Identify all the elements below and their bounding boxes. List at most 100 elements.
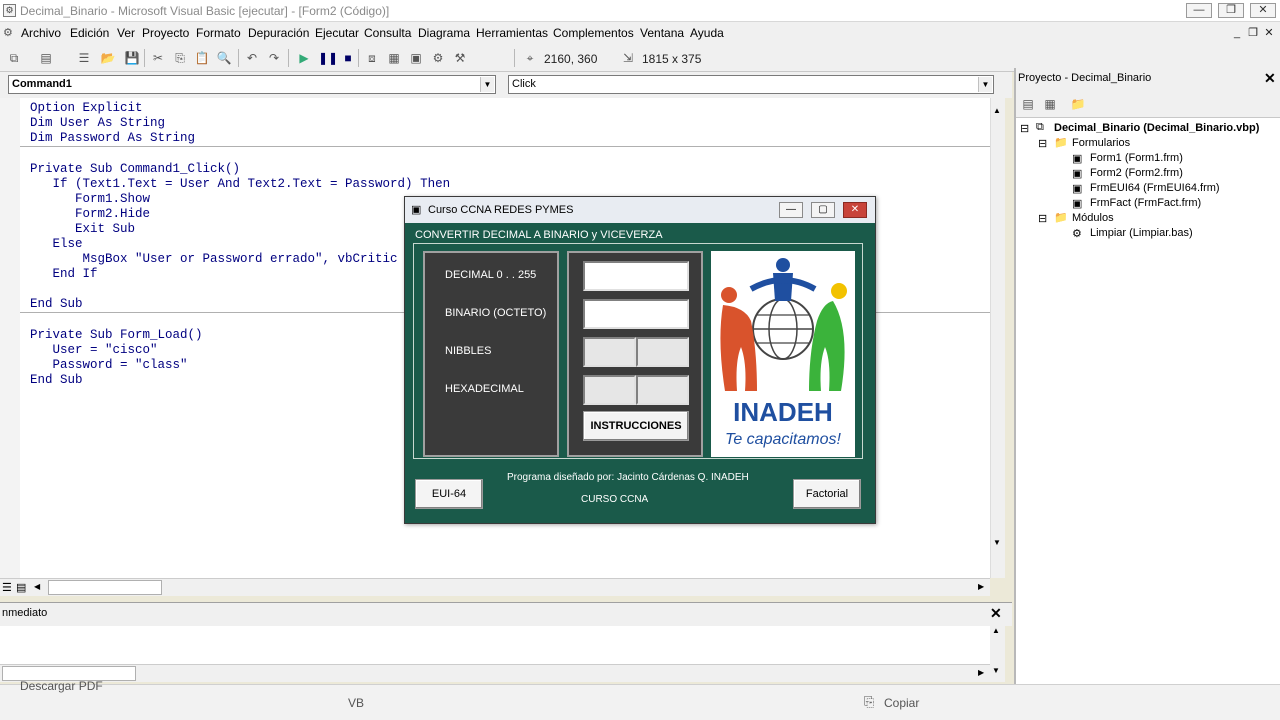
factorial-button[interactable]: Factorial: [793, 479, 861, 509]
chevron-down-icon[interactable]: ▼: [978, 77, 992, 92]
instructions-button[interactable]: INSTRUCCIONES: [583, 411, 689, 441]
stop-icon[interactable]: ■: [340, 51, 356, 65]
menu-consulta[interactable]: Consulta: [364, 26, 411, 40]
scroll-up-icon[interactable]: ▲: [993, 106, 1001, 115]
mdi-minimize-icon[interactable]: _: [1230, 26, 1244, 40]
form-layout-icon[interactable]: ▣: [408, 51, 424, 65]
menu-edicion[interactable]: Edición: [70, 26, 109, 40]
menu-depuracion[interactable]: Depuración: [248, 26, 309, 40]
dialog-maximize-button[interactable]: ▢: [811, 202, 835, 218]
project-close-icon[interactable]: ✕: [1264, 70, 1276, 87]
scroll-left-icon[interactable]: ◀: [34, 582, 40, 591]
full-module-view-icon[interactable]: ▤: [16, 581, 26, 594]
object-browser-icon[interactable]: ⚙: [430, 51, 446, 65]
scroll-right-icon[interactable]: ▶: [978, 668, 984, 677]
minimize-button[interactable]: —: [1186, 3, 1212, 18]
add-form-icon[interactable]: ▤: [38, 51, 54, 65]
size-icon: ⇲: [622, 51, 634, 65]
binary-input[interactable]: [583, 299, 689, 329]
hex-high-input[interactable]: [583, 375, 636, 405]
scroll-down-icon[interactable]: ▼: [993, 538, 1001, 547]
dialog-minimize-button[interactable]: —: [779, 202, 803, 218]
dialog-close-button[interactable]: ✕: [843, 202, 867, 218]
view-object-icon[interactable]: ▦: [1042, 97, 1058, 111]
tree-project-root[interactable]: Decimal_Binario (Decimal_Binario.vbp): [1054, 122, 1259, 134]
language-label: VB: [348, 696, 365, 710]
menu-ver[interactable]: Ver: [117, 26, 135, 40]
pause-icon[interactable]: ❚❚: [318, 51, 338, 65]
mdi-close-icon[interactable]: ✕: [1262, 26, 1276, 40]
code-line: Private Sub Command1_Click(): [30, 162, 241, 176]
copy-icon[interactable]: ⎘: [864, 694, 874, 710]
menu-diagrama[interactable]: Diagrama: [418, 26, 470, 40]
scroll-thumb[interactable]: [48, 580, 162, 595]
eui64-button[interactable]: EUI-64: [415, 479, 483, 509]
tree-form-item[interactable]: FrmEUI64 (FrmEUI64.frm): [1090, 182, 1220, 194]
tree-form-item[interactable]: FrmFact (FrmFact.frm): [1090, 197, 1201, 209]
redo-icon[interactable]: ↷: [266, 51, 282, 65]
menu-ayuda[interactable]: Ayuda: [690, 26, 724, 40]
form-icon: ▣: [1072, 183, 1083, 195]
collapse-icon[interactable]: ⊟: [1038, 137, 1047, 150]
menu-archivo[interactable]: Archivo: [21, 26, 61, 40]
procedure-combo[interactable]: Click ▼: [508, 75, 994, 94]
menu-herramientas[interactable]: Herramientas: [476, 26, 548, 40]
nibble-low-input[interactable]: [636, 337, 689, 367]
mdi-restore-icon[interactable]: ❐: [1246, 26, 1260, 40]
paste-icon[interactable]: 📋: [194, 51, 210, 65]
object-combo[interactable]: Command1 ▼: [8, 75, 496, 94]
menu-ventana[interactable]: Ventana: [640, 26, 684, 40]
toolbox-icon[interactable]: ⚒: [452, 51, 468, 65]
start-icon[interactable]: ▶: [296, 51, 312, 65]
download-pdf-link[interactable]: Descargar PDF: [20, 679, 103, 693]
immediate-header: nmediato ✕: [0, 602, 1012, 626]
code-horizontal-scrollbar[interactable]: ☰ ▤ ◀ ▶: [0, 578, 990, 596]
menu-editor-icon[interactable]: ☰: [76, 51, 92, 65]
immediate-vertical-scrollbar[interactable]: ▲ ▼: [990, 626, 1005, 682]
add-project-icon[interactable]: ⧉: [6, 51, 22, 65]
vb-app-icon[interactable]: ⚙: [3, 4, 16, 17]
mdi-child-icon[interactable]: ⚙: [3, 26, 13, 39]
undo-icon[interactable]: ↶: [244, 51, 260, 65]
collapse-icon[interactable]: ⊟: [1020, 122, 1029, 135]
position-icon: ⌖: [526, 51, 534, 65]
tree-module-item[interactable]: Limpiar (Limpiar.bas): [1090, 227, 1193, 239]
toggle-folders-icon[interactable]: 📁: [1070, 97, 1086, 111]
tree-folder-forms[interactable]: Formularios: [1072, 137, 1130, 149]
menu-ejecutar[interactable]: Ejecutar: [315, 26, 359, 40]
copy-icon[interactable]: ⎘: [172, 51, 188, 65]
open-project-icon[interactable]: 📂: [100, 51, 116, 65]
collapse-icon[interactable]: ⊟: [1038, 212, 1047, 225]
view-code-icon[interactable]: ▤: [1020, 97, 1036, 111]
scroll-right-icon[interactable]: ▶: [978, 582, 984, 591]
nibble-high-input[interactable]: [583, 337, 636, 367]
cut-icon[interactable]: ✂: [150, 51, 166, 65]
menu-formato[interactable]: Formato: [196, 26, 241, 40]
properties-window-icon[interactable]: ▦: [386, 51, 402, 65]
chevron-down-icon[interactable]: ▼: [480, 77, 494, 92]
tree-form-item[interactable]: Form1 (Form1.frm): [1090, 152, 1183, 164]
scroll-up-icon[interactable]: ▲: [992, 626, 1000, 635]
tree-folder-modules[interactable]: Módulos: [1072, 212, 1114, 224]
project-explorer-icon[interactable]: ⧈: [364, 51, 380, 65]
find-icon[interactable]: 🔍: [216, 51, 232, 65]
immediate-close-icon[interactable]: ✕: [990, 605, 1002, 622]
form-icon: ▣: [1072, 198, 1083, 210]
hex-low-input[interactable]: [636, 375, 689, 405]
save-project-icon[interactable]: 💾: [124, 51, 140, 65]
code-vertical-scrollbar[interactable]: ▲ ▼: [990, 98, 1005, 578]
title-bar: ⚙ Decimal_Binario - Microsoft Visual Bas…: [0, 0, 1280, 22]
immediate-horizontal-scrollbar[interactable]: ▶: [0, 664, 990, 682]
menu-proyecto[interactable]: Proyecto: [142, 26, 189, 40]
immediate-input[interactable]: [0, 626, 990, 664]
labels-panel: DECIMAL 0 . . 255 BINARIO (OCTETO) NIBBL…: [423, 251, 559, 457]
copy-button[interactable]: Copiar: [884, 696, 919, 710]
bottom-bar: Descargar PDF VB ⎘ Copiar: [0, 679, 1280, 720]
decimal-input[interactable]: [583, 261, 689, 291]
scroll-down-icon[interactable]: ▼: [992, 666, 1000, 675]
close-button[interactable]: ✕: [1250, 3, 1276, 18]
restore-button[interactable]: ❐: [1218, 3, 1244, 18]
tree-form-item[interactable]: Form2 (Form2.frm): [1090, 167, 1183, 179]
procedure-view-icon[interactable]: ☰: [2, 581, 12, 594]
menu-complementos[interactable]: Complementos: [553, 26, 634, 40]
